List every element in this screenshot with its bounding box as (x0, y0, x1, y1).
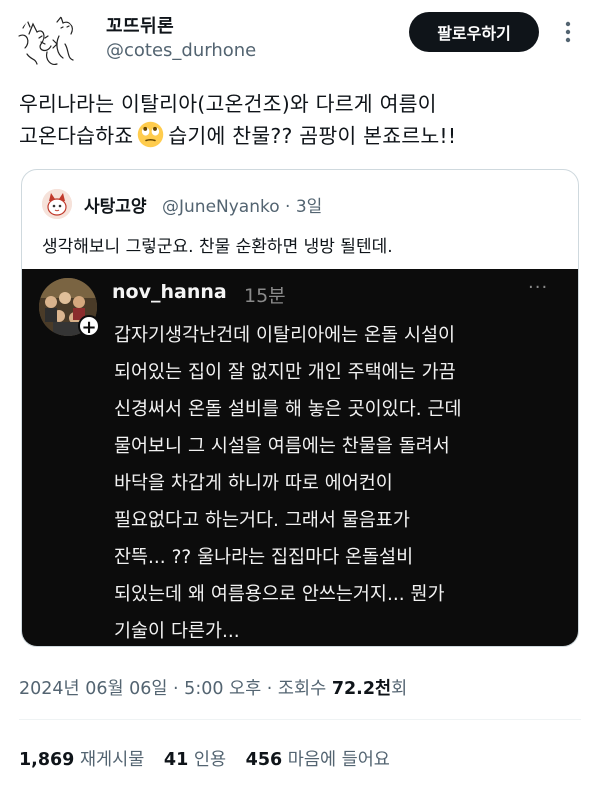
likes-count: 456 (245, 750, 283, 770)
screenshot-line: 잔뜩... ?? 울나라는 집집마다 온돌설비 (114, 547, 414, 568)
screenshot-username: nov_hanna (112, 281, 227, 303)
divider (19, 719, 581, 720)
views-suffix: 회 (391, 679, 408, 699)
likes-label: 마음에 들어요 (287, 750, 390, 770)
views-count[interactable]: 72.2천 (332, 679, 391, 699)
screenshot-line: 갑자기생각난건데 이탈리아에는 온돌 시설이 (114, 325, 456, 346)
likes-stat[interactable]: 456 마음에 들어요 (246, 750, 390, 770)
quote-author-handle[interactable]: @JuneNyanko (162, 197, 280, 217)
screenshot-line: 되있는데 왜 여름용으로 안쓰는거지... 뭔가 (114, 584, 445, 605)
cat-avatar-icon (42, 189, 72, 219)
quotes-stat[interactable]: 41 인용 (164, 750, 226, 770)
tweet-text-line: 고온다습하죠 습기에 찬물?? 곰팡이 본죠르노!! (19, 120, 589, 152)
screenshot-line: 신경써서 온돌 설비를 해 놓은 곳이있다. 근데 (114, 399, 462, 420)
tweet-header: 꼬뜨뒤론 @cotes_durhone 팔로우하기 (0, 0, 600, 80)
face-with-rolling-eyes-emoji-icon (138, 121, 164, 148)
follow-plus-icon: + (78, 315, 100, 338)
quote-avatar (42, 189, 72, 219)
author-handle[interactable]: @cotes_durhone (106, 40, 256, 61)
reposts-stat[interactable]: 1,869 재게시물 (19, 750, 144, 770)
reposts-count: 1,869 (19, 750, 75, 770)
screenshot-line: 되어있는 집이 잘 없지만 개인 주택에는 가끔 (114, 362, 456, 383)
quote-text: 생각해보니 그렇군요. 찬물 순환하면 냉방 될텐데. (42, 237, 393, 257)
quote-time[interactable]: 3일 (296, 197, 322, 217)
screenshot-line: 물어보니 그 시설을 여름에는 찬물을 돌려서 (114, 436, 450, 457)
quote-separator: · (285, 197, 291, 217)
tweet-meta: 2024년 06월 06일 · 5:00 오후 · 조회수 72.2천회 (19, 675, 407, 700)
screenshot-line: 필요없다고 하는거다. 그래서 물음표가 (114, 510, 410, 531)
author-avatar[interactable] (17, 14, 79, 76)
quote-author-meta: @JuneNyanko · 3일 (162, 192, 322, 217)
screenshot-post-body: 갑자기생각난건데 이탈리아에는 온돌 시설이 되어있는 집이 잘 없지만 개인 … (114, 317, 574, 646)
quote-author-name[interactable]: 사탕고양 (84, 192, 147, 217)
quoted-tweet[interactable]: 사탕고양 @JuneNyanko · 3일 생각해보니 그렇군요. 찬물 순환하… (21, 169, 579, 647)
quote-screenshot-image[interactable]: + nov_hanna 15분 ··· 갑자기생각난건데 이탈리아에는 온돌 시… (22, 269, 578, 646)
reposts-label: 재게시물 (79, 750, 145, 770)
screenshot-more-icon: ··· (528, 277, 549, 298)
quotes-label: 인용 (193, 750, 227, 770)
tweet-text-segment: 습기에 찬물?? 곰팡이 본죠르노!! (168, 124, 457, 148)
screenshot-line: 기술이 다른가... (114, 621, 240, 642)
more-vertical-icon (565, 21, 571, 43)
screenshot-line: 바닥을 차갑게 하니까 따로 에어컨이 (114, 473, 393, 494)
quotes-count: 41 (163, 750, 189, 770)
follow-button[interactable]: 팔로우하기 (409, 12, 539, 52)
tweet-text-line: 우리나라는 이탈리아(고온건조)와 다르게 여름이 (19, 92, 437, 116)
screenshot-time: 15분 (244, 285, 286, 307)
tweet-timestamp[interactable]: 2024년 06월 06일 · 5:00 오후 · 조회수 (19, 679, 326, 699)
author-display-name[interactable]: 꼬뜨뒤론 (106, 12, 174, 38)
tweet-text: 우리나라는 이탈리아(고온건조)와 다르게 여름이 고온다습하죠 습기에 찬물?… (19, 88, 589, 152)
cat-sketch-icon (18, 15, 74, 65)
more-options-button[interactable] (554, 18, 582, 46)
tweet-text-segment: 고온다습하죠 (19, 124, 134, 148)
tweet-stats: 1,869 재게시물 41 인용 456 마음에 들어요 (19, 746, 404, 771)
